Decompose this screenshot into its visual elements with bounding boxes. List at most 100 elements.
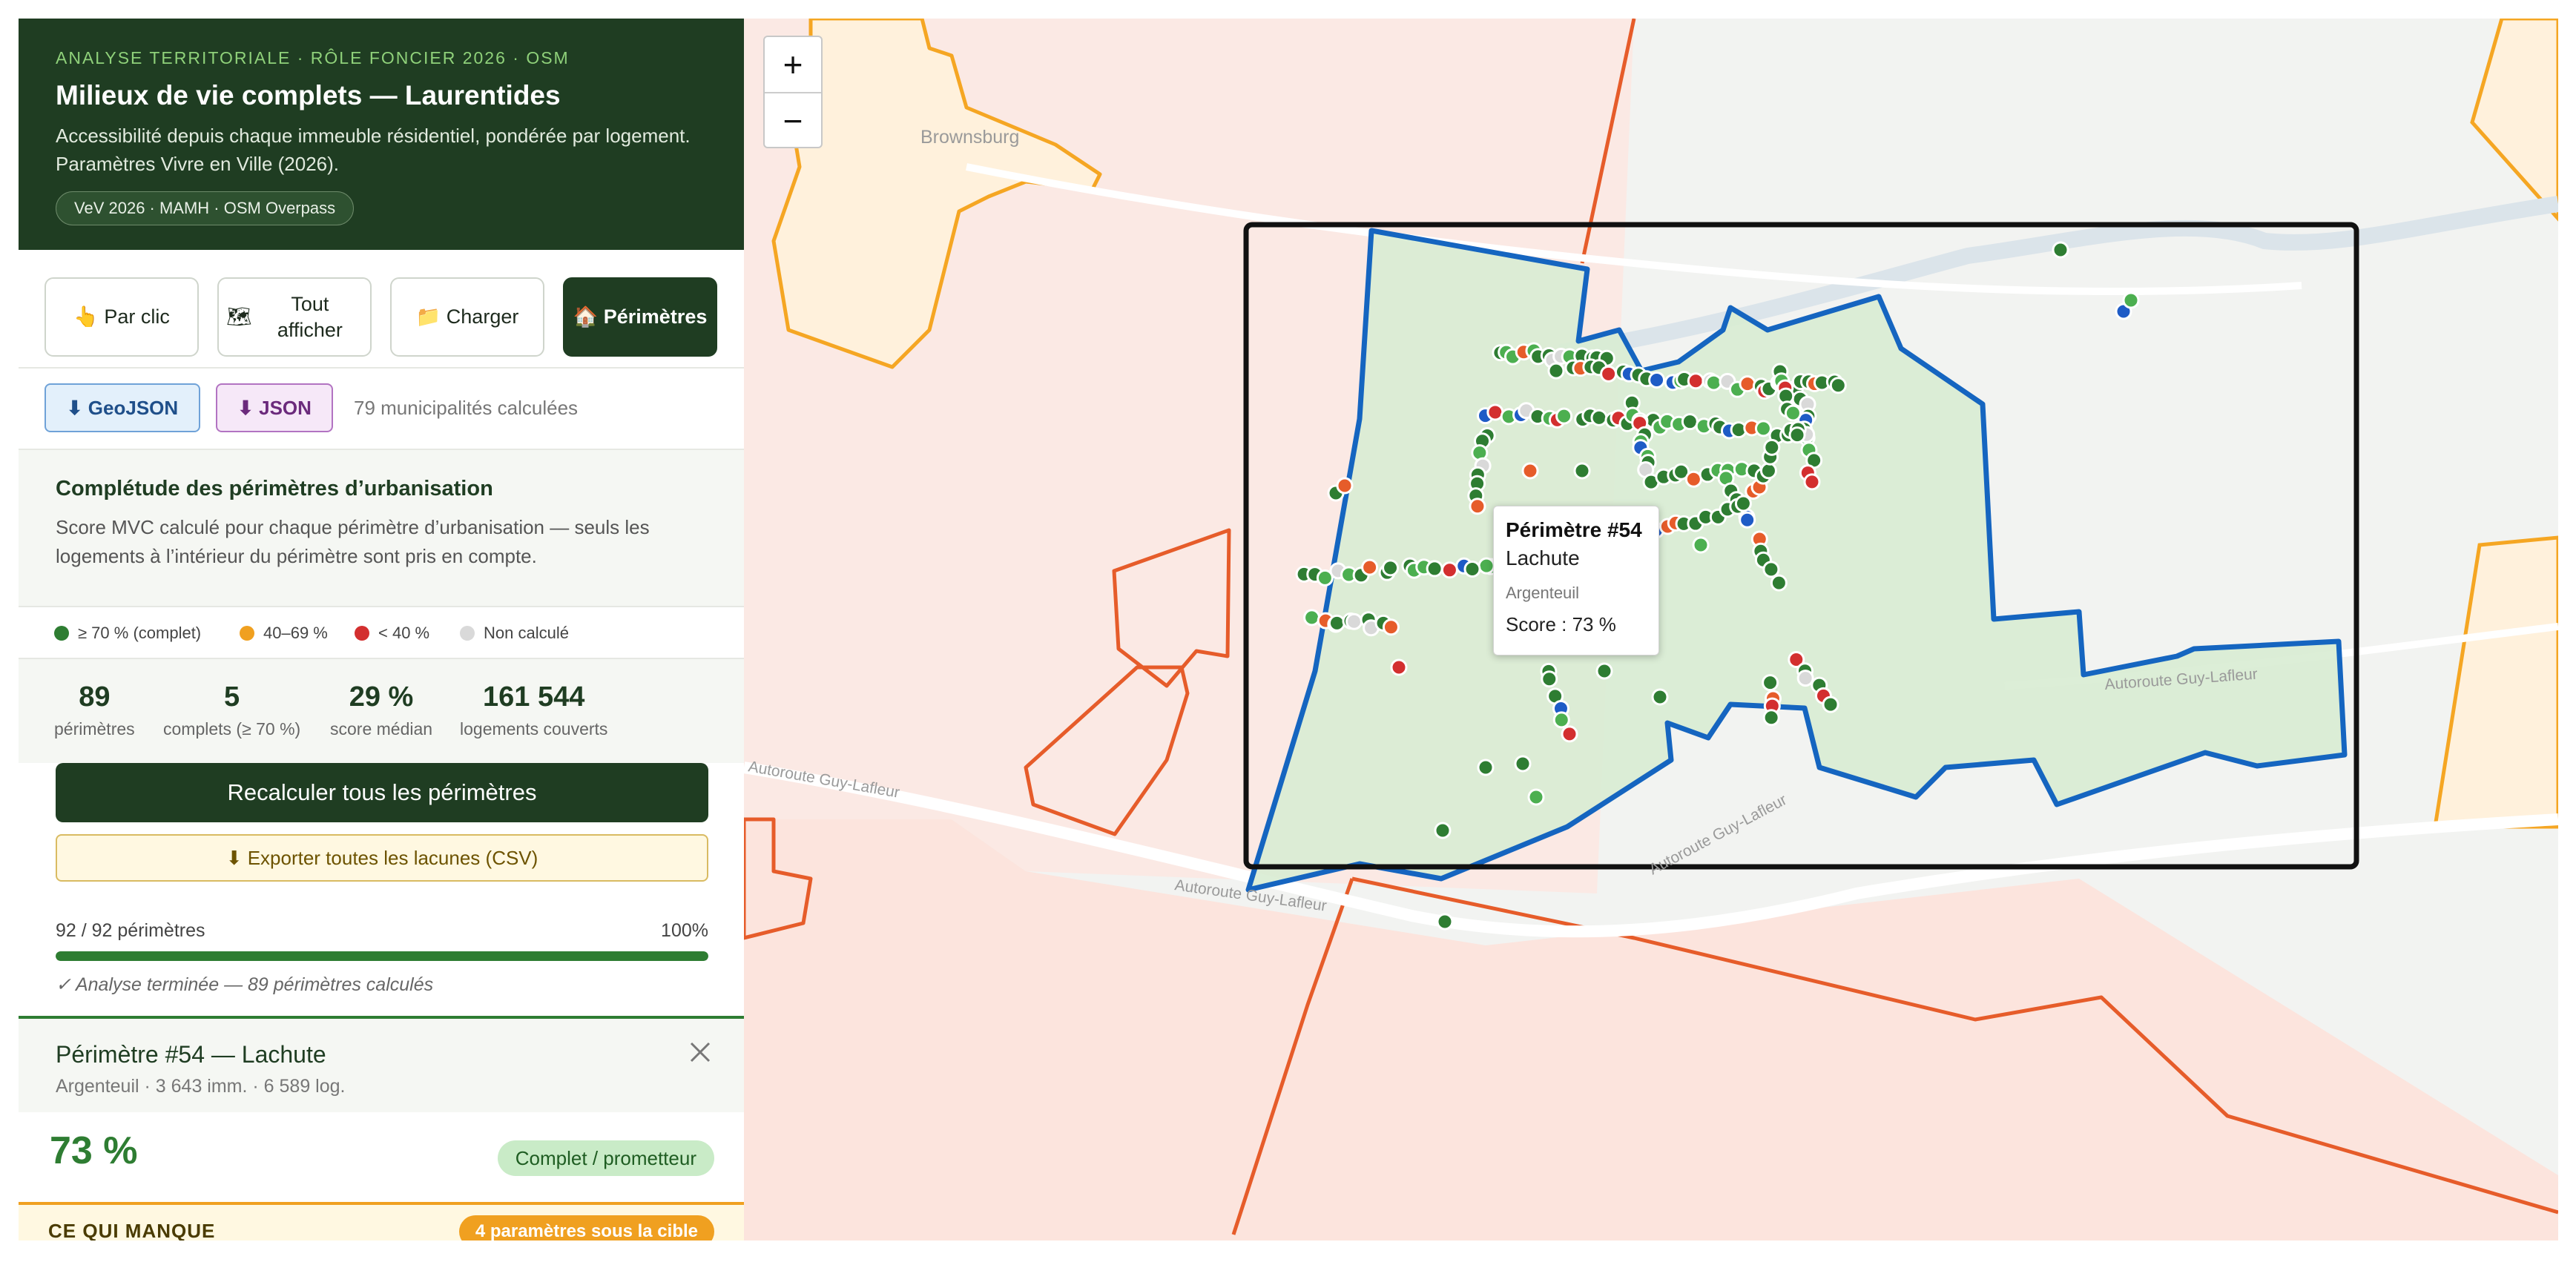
municipality-south[interactable] bbox=[744, 819, 2558, 1240]
building-marker[interactable] bbox=[1770, 574, 1788, 592]
building-marker[interactable] bbox=[1788, 426, 1806, 444]
side-panel: ANALYSE TERRITORIALE · RÔLE FONCIER 2026… bbox=[19, 19, 744, 1240]
legend-item: 40–69 % bbox=[240, 624, 328, 643]
building-marker[interactable] bbox=[1595, 662, 1613, 680]
green-dot-icon bbox=[54, 626, 69, 641]
building-marker[interactable] bbox=[1600, 365, 1618, 383]
building-marker[interactable] bbox=[1762, 709, 1780, 727]
building-marker[interactable] bbox=[1681, 413, 1699, 431]
progress-percent: 100% bbox=[661, 920, 708, 941]
building-marker[interactable] bbox=[1436, 913, 1454, 931]
building-marker[interactable] bbox=[1687, 372, 1704, 390]
building-marker[interactable] bbox=[2122, 291, 2140, 309]
stat-score-median: 29 % score médian bbox=[330, 681, 432, 739]
legend-label: Non calculé bbox=[484, 624, 569, 642]
legend-item: < 40 % bbox=[355, 624, 429, 643]
building-marker[interactable] bbox=[1345, 612, 1363, 630]
recalculate-button[interactable]: Recalculer tous les périmètres bbox=[56, 763, 708, 822]
building-marker[interactable] bbox=[1590, 409, 1608, 426]
mode-button-perimetres[interactable]: 🏠 Périmètres bbox=[563, 277, 717, 357]
building-marker[interactable] bbox=[1739, 375, 1756, 393]
map-tooltip: Périmètre #54 Lachute Argenteuil Score :… bbox=[1493, 506, 1659, 655]
page-title: Milieux de vie complets — Laurentides bbox=[56, 80, 561, 110]
building-marker[interactable] bbox=[1684, 470, 1702, 488]
building-marker[interactable] bbox=[1478, 557, 1495, 575]
building-marker[interactable] bbox=[1763, 438, 1781, 456]
building-marker[interactable] bbox=[1426, 560, 1443, 578]
building-marker[interactable] bbox=[1440, 561, 1458, 579]
building-marker[interactable] bbox=[1469, 498, 1486, 515]
building-marker[interactable] bbox=[1434, 822, 1452, 839]
building-marker[interactable] bbox=[1573, 462, 1591, 480]
mode-button-tout-afficher[interactable]: 🗺 Tout afficher bbox=[217, 277, 372, 357]
building-marker[interactable] bbox=[1829, 377, 1847, 394]
building-marker[interactable] bbox=[1477, 759, 1495, 776]
building-marker[interactable] bbox=[1382, 618, 1400, 636]
zoom-in-button[interactable]: + bbox=[765, 37, 821, 92]
stat-label: logements couverts bbox=[460, 719, 608, 739]
building-marker[interactable] bbox=[1651, 688, 1669, 706]
progress-fill bbox=[56, 951, 708, 961]
building-marker[interactable] bbox=[2052, 241, 2069, 259]
mode-label: Charger bbox=[446, 305, 519, 328]
mode-label: Par clic bbox=[104, 305, 170, 328]
grey-dot-icon bbox=[460, 626, 475, 641]
stat-label: périmètres bbox=[54, 719, 135, 739]
building-marker[interactable] bbox=[1336, 477, 1354, 495]
building-marker[interactable] bbox=[1547, 362, 1565, 380]
close-icon[interactable] bbox=[688, 1040, 713, 1065]
building-marker[interactable] bbox=[1328, 614, 1345, 632]
building-marker[interactable] bbox=[1361, 558, 1379, 576]
export-csv-button[interactable]: ⬇ Exporter toutes les lacunes (CSV) bbox=[56, 834, 708, 882]
detail-title: Périmètre #54 — Lachute bbox=[56, 1041, 326, 1068]
building-marker[interactable] bbox=[1521, 462, 1539, 480]
legend-label: < 40 % bbox=[378, 624, 430, 642]
building-marker[interactable] bbox=[1390, 658, 1408, 676]
mode-button-charger[interactable]: 📁 Charger bbox=[390, 277, 544, 357]
stat-value: 29 % bbox=[349, 681, 414, 713]
building-marker[interactable] bbox=[1796, 670, 1814, 687]
tooltip-name: Lachute bbox=[1506, 546, 1580, 569]
building-marker[interactable] bbox=[1648, 371, 1666, 389]
pointer-icon: 👆 bbox=[73, 305, 99, 328]
municipality-east[interactable] bbox=[2433, 535, 2558, 829]
mode-button-par-clic[interactable]: 👆 Par clic bbox=[45, 277, 199, 357]
mode-label: Périmètres bbox=[603, 305, 708, 328]
score-value: 73 % bbox=[50, 1129, 138, 1172]
zoom-control: + − bbox=[763, 36, 823, 148]
building-marker[interactable] bbox=[1692, 536, 1710, 554]
building-marker[interactable] bbox=[1541, 670, 1558, 688]
building-marker[interactable] bbox=[1784, 404, 1802, 422]
municipality-north-east[interactable] bbox=[2470, 19, 2558, 222]
section-heading: Complétude des périmètres d’urbanisation bbox=[56, 477, 493, 500]
legend-item: Non calculé bbox=[460, 624, 569, 643]
download-geojson-button[interactable]: ⬇ GeoJSON bbox=[45, 383, 200, 432]
building-marker[interactable] bbox=[1759, 462, 1777, 480]
building-marker[interactable] bbox=[1561, 725, 1578, 743]
building-marker[interactable] bbox=[1514, 755, 1532, 773]
download-json-button[interactable]: ⬇ JSON bbox=[216, 383, 333, 432]
building-marker[interactable] bbox=[1762, 561, 1780, 578]
progress-count: 92 / 92 périmètres bbox=[56, 920, 205, 941]
stat-value: 5 bbox=[224, 681, 240, 713]
building-marker[interactable] bbox=[1803, 473, 1821, 491]
page-subtitle: Accessibilité depuis chaque immeuble rés… bbox=[56, 125, 691, 175]
building-marker[interactable] bbox=[1739, 511, 1756, 529]
building-marker[interactable] bbox=[1552, 711, 1570, 729]
score-legend: ≥ 70 % (complet) 40–69 % < 40 % Non calc… bbox=[19, 607, 744, 659]
building-marker[interactable] bbox=[1754, 420, 1772, 437]
progress-bar bbox=[56, 951, 708, 961]
building-marker[interactable] bbox=[1382, 559, 1400, 577]
building-marker[interactable] bbox=[1822, 696, 1839, 713]
header-kicker: ANALYSE TERRITORIALE · RÔLE FONCIER 2026… bbox=[56, 48, 570, 67]
building-marker[interactable] bbox=[1463, 560, 1481, 578]
building-marker[interactable] bbox=[1704, 374, 1722, 392]
building-marker[interactable] bbox=[1555, 407, 1573, 425]
detail-meta: Argenteuil · 3 643 imm. · 6 589 log. bbox=[56, 1076, 346, 1097]
building-marker[interactable] bbox=[1762, 674, 1779, 692]
stat-label: complets (≥ 70 %) bbox=[163, 719, 301, 739]
app: Brownsburg Autoroute Guy-Lafleur Autorou… bbox=[0, 0, 2576, 1262]
zoom-out-button[interactable]: − bbox=[765, 92, 821, 148]
building-marker[interactable] bbox=[1527, 788, 1545, 806]
building-marker[interactable] bbox=[1303, 609, 1321, 627]
